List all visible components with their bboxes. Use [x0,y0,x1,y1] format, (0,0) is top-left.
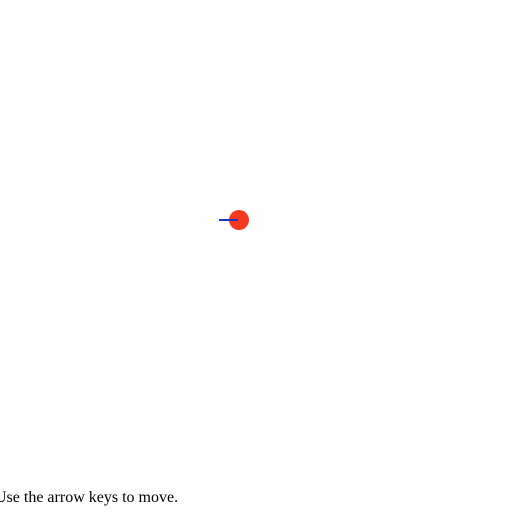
instructions-text: Use the arrow keys to move. [0,489,179,506]
player-ball [218,209,250,231]
player-sprite [219,210,249,230]
game-canvas[interactable]: Use the arrow keys to move. [0,0,512,512]
